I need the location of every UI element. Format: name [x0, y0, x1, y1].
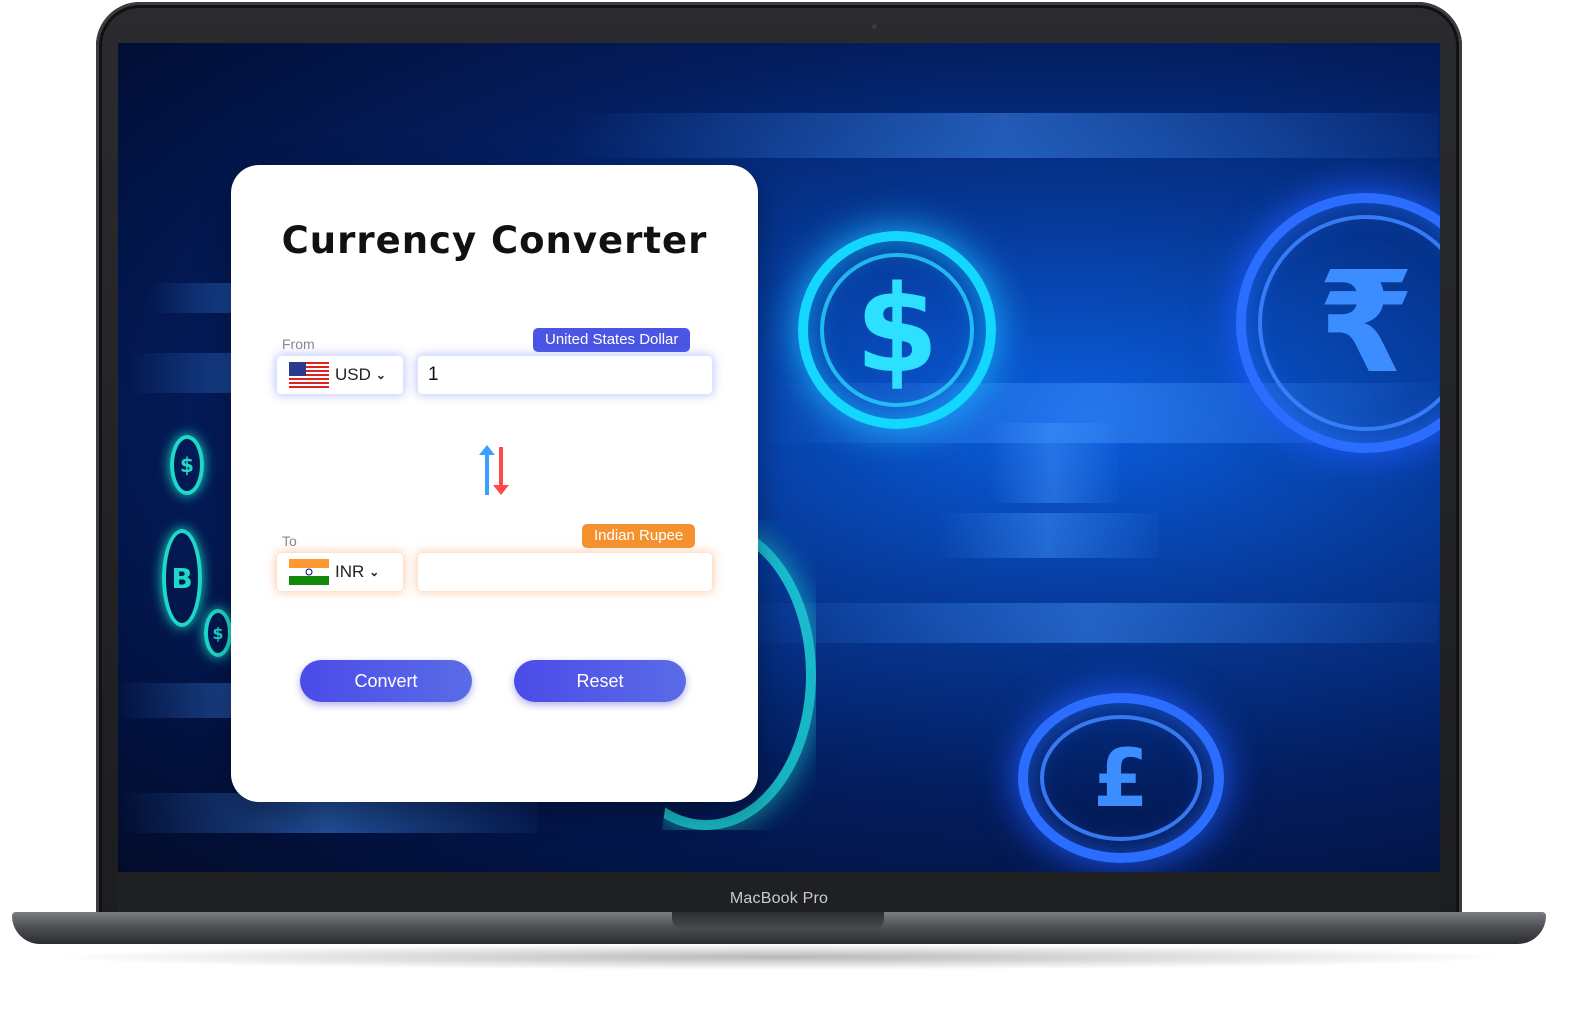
- light-band: [738, 603, 1438, 643]
- light-band: [988, 423, 1118, 503]
- to-currency-badge: Indian Rupee: [582, 524, 696, 548]
- laptop-notch: [672, 912, 884, 930]
- device-brand-label: MacBook Pro: [729, 890, 829, 907]
- laptop-shadow: [40, 944, 1520, 970]
- to-label: To: [282, 533, 297, 549]
- from-currency-code: USD: [335, 365, 371, 384]
- chevron-down-icon: ⌄: [375, 368, 386, 382]
- bitcoin-coin-icon: B: [162, 529, 202, 627]
- small-dollar-coin-icon: $: [170, 435, 204, 495]
- from-currency-badge: United States Dollar: [533, 328, 691, 352]
- page-title: Currency Converter: [281, 219, 708, 262]
- to-currency-select[interactable]: INR ⌄: [276, 552, 404, 592]
- swap-arrows-icon[interactable]: [477, 445, 511, 497]
- from-amount-input[interactable]: 1: [417, 355, 713, 395]
- converter-card: Currency Converter From United States Do…: [231, 165, 758, 802]
- to-amount-output[interactable]: [417, 552, 713, 592]
- camera-icon: [872, 24, 877, 29]
- small-dollar-coin-icon: $: [204, 609, 232, 657]
- laptop-chin: MacBook Pro: [118, 872, 1440, 916]
- convert-button[interactable]: Convert: [300, 660, 472, 702]
- reset-button[interactable]: Reset: [514, 660, 686, 702]
- india-flag-icon: [289, 559, 329, 585]
- chevron-down-icon: ⌄: [369, 565, 380, 579]
- to-currency-code: INR: [335, 562, 365, 581]
- from-currency-select[interactable]: USD ⌄: [276, 355, 404, 395]
- light-band: [568, 113, 1438, 158]
- dollar-coin-icon: $: [798, 231, 996, 429]
- us-flag-icon: [289, 362, 329, 388]
- from-label: From: [282, 336, 315, 352]
- pound-coin-icon: £: [1018, 693, 1224, 863]
- light-band: [938, 513, 1158, 558]
